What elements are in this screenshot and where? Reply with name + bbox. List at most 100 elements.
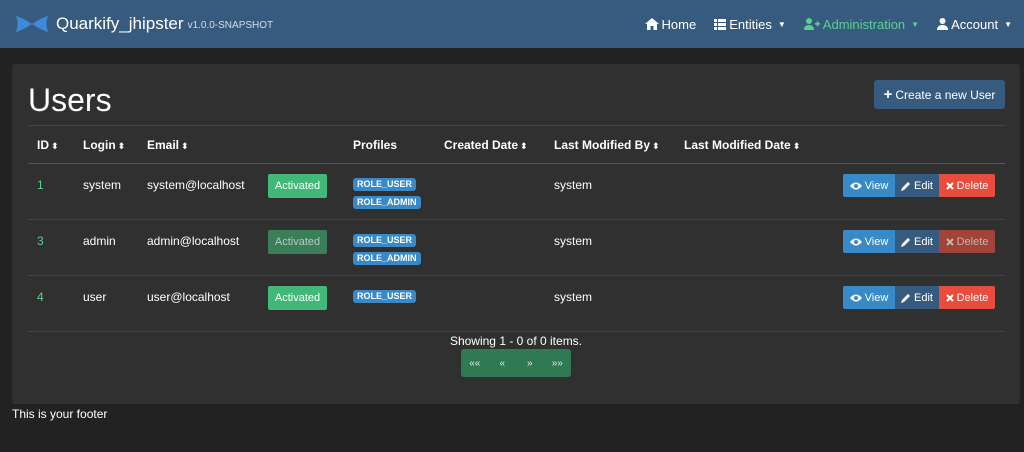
edit-button[interactable]: Edit xyxy=(895,174,939,197)
nav-menu: Home Entities ▼ Administration ▼ Account… xyxy=(627,0,1012,48)
role-badge: ROLE_ADMIN xyxy=(353,196,421,209)
times-icon xyxy=(945,181,954,190)
role-badge: ROLE_USER xyxy=(353,178,417,191)
edit-label: Edit xyxy=(914,179,933,192)
eye-icon xyxy=(849,238,862,245)
brand-name: Quarkify_jhipster xyxy=(56,14,184,33)
delete-button[interactable]: Delete xyxy=(939,286,995,309)
nav-item-account[interactable]: Account ▼ xyxy=(937,17,1012,32)
logo-icon xyxy=(16,16,48,32)
th-login[interactable]: Login ⬍ xyxy=(83,138,125,152)
user-email: admin@localhost xyxy=(147,234,240,248)
view-label: View xyxy=(864,291,889,304)
th-label: ID xyxy=(37,138,49,152)
row-actions: View Edit Delete xyxy=(843,286,995,309)
users-card: Users + Create a new User ID ⬍ Login ⬍ Ema… xyxy=(12,64,1020,404)
th-label: Last Modified By xyxy=(554,138,651,152)
page-title: Users xyxy=(28,82,112,118)
nav-item-label: Account xyxy=(951,16,999,32)
th-last-modified-by[interactable]: Last Modified By ⬍ xyxy=(554,138,660,152)
th-label: Profiles xyxy=(353,138,398,152)
status-badge[interactable]: Activated xyxy=(268,174,327,198)
view-button[interactable]: View xyxy=(843,286,895,309)
footer-text: This is your footer xyxy=(12,407,108,421)
brand[interactable]: Quarkify_jhipster v1.0.0-SNAPSHOT xyxy=(14,14,273,34)
table-row: 1 system system@localhost Activated ROLE… xyxy=(28,164,1005,220)
modified-by: system xyxy=(554,178,593,192)
th-label: Email xyxy=(147,138,180,152)
row-actions: View Edit Delete xyxy=(843,174,995,197)
sort-icon: ⬍ xyxy=(652,141,660,151)
role-badge: ROLE_USER xyxy=(353,290,417,303)
th-list-icon xyxy=(714,18,727,30)
edit-button[interactable]: Edit xyxy=(895,286,939,309)
last-page-button[interactable]: »» xyxy=(544,349,572,377)
th-id[interactable]: ID ⬍ xyxy=(37,138,59,152)
user-id-link[interactable]: 4 xyxy=(37,290,44,304)
pencil-icon xyxy=(901,181,911,191)
view-label: View xyxy=(864,235,889,248)
edit-label: Edit xyxy=(914,291,933,304)
edit-label: Edit xyxy=(914,235,933,248)
nav-item-administration[interactable]: Administration ▼ xyxy=(803,16,920,32)
th-last-modified-date[interactable]: Last Modified Date ⬍ xyxy=(684,138,800,152)
nav-item-label: Entities xyxy=(729,16,772,32)
user-id-link[interactable]: 1 xyxy=(37,178,44,192)
home-icon xyxy=(644,18,659,30)
status-badge[interactable]: Activated xyxy=(268,286,327,310)
modified-by: system xyxy=(554,234,593,248)
sort-icon: ⬍ xyxy=(51,141,59,151)
th-label: Login xyxy=(83,138,116,152)
modified-by: system xyxy=(554,290,593,304)
divider xyxy=(28,125,1005,126)
caret-down-icon: ▼ xyxy=(911,19,920,29)
create-user-button[interactable]: + Create a new User xyxy=(874,80,1005,109)
navbar: Quarkify_jhipster v1.0.0-SNAPSHOT Home E… xyxy=(0,0,1024,48)
prev-page-button[interactable]: « xyxy=(489,349,517,377)
user-plus-icon xyxy=(803,18,820,30)
sort-icon: ⬍ xyxy=(181,141,189,151)
version-label: v1.0.0-SNAPSHOT xyxy=(187,20,274,31)
user-id-link[interactable]: 3 xyxy=(37,234,44,248)
view-label: View xyxy=(864,179,889,192)
th-label: Created Date xyxy=(444,138,519,152)
user-email: user@localhost xyxy=(147,290,230,304)
nav-item-label: Administration xyxy=(822,16,906,32)
row-actions: View Edit Delete xyxy=(843,230,995,253)
delete-label: Delete xyxy=(956,235,989,248)
pencil-icon xyxy=(901,237,911,247)
nav-item-entities[interactable]: Entities ▼ xyxy=(714,17,786,32)
view-button[interactable]: View xyxy=(843,230,895,253)
role-badge: ROLE_ADMIN xyxy=(353,252,421,265)
nav-item-label: Home xyxy=(661,16,697,32)
pagination: «« « » »» xyxy=(461,349,571,377)
role-badge: ROLE_USER xyxy=(353,234,417,247)
th-created-date[interactable]: Created Date ⬍ xyxy=(444,138,528,152)
user-icon xyxy=(937,18,949,30)
status-badge[interactable]: Activated xyxy=(268,230,327,254)
nav-item-home[interactable]: Home xyxy=(644,16,697,32)
delete-label: Delete xyxy=(956,291,989,304)
next-page-button[interactable]: » xyxy=(516,349,544,377)
th-label: Last Modified Date xyxy=(684,138,791,152)
delete-label: Delete xyxy=(956,179,989,192)
view-button[interactable]: View xyxy=(843,174,895,197)
times-icon xyxy=(945,237,954,246)
th-email[interactable]: Email ⬍ xyxy=(147,138,189,152)
eye-icon xyxy=(849,294,862,301)
edit-button[interactable]: Edit xyxy=(895,230,939,253)
times-icon xyxy=(945,293,954,302)
sort-icon: ⬍ xyxy=(792,141,801,151)
user-email: system@localhost xyxy=(147,178,245,192)
table-row: 4 user user@localhost Activated ROLE_USE… xyxy=(28,276,1005,332)
eye-icon xyxy=(849,182,862,189)
sort-icon: ⬍ xyxy=(520,141,528,151)
caret-down-icon: ▼ xyxy=(777,19,786,29)
delete-button[interactable]: Delete xyxy=(939,174,995,197)
pencil-icon xyxy=(901,293,911,303)
create-user-label: Create a new User xyxy=(895,87,996,102)
user-login: system xyxy=(83,178,122,192)
plus-icon: + xyxy=(883,86,893,103)
first-page-button[interactable]: «« xyxy=(461,349,489,377)
table-row: 3 admin admin@localhost Activated ROLE_U… xyxy=(28,220,1005,276)
